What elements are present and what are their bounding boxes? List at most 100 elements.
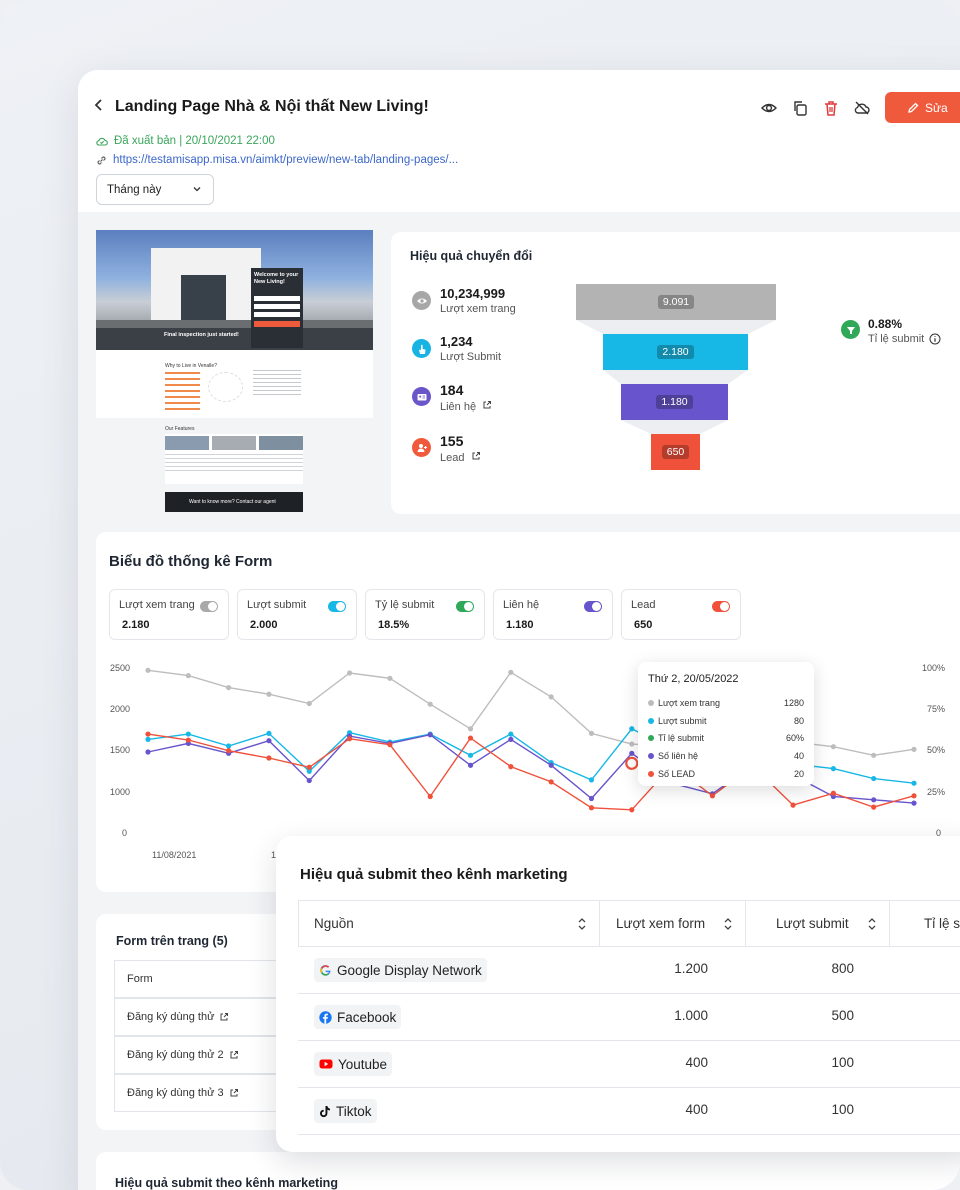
- data-point[interactable]: [185, 673, 191, 679]
- page-header: Landing Page Nhà & Nội thất New Living! …: [78, 70, 960, 212]
- column-header-label: Nguồn: [314, 916, 354, 931]
- data-point[interactable]: [548, 762, 554, 768]
- data-point[interactable]: [508, 736, 514, 742]
- data-point[interactable]: [226, 748, 232, 754]
- column-header-label: Tỉ lệ su: [924, 916, 960, 931]
- preview-form-field: [254, 296, 300, 301]
- data-point[interactable]: [467, 762, 474, 768]
- data-point[interactable]: [145, 731, 151, 737]
- column-header-source[interactable]: Nguồn: [298, 900, 600, 947]
- cloud-off-icon[interactable]: [853, 99, 871, 117]
- data-point[interactable]: [911, 793, 917, 799]
- data-point[interactable]: [145, 749, 151, 755]
- preview-section-title: Why to Live in Venalle?: [165, 363, 217, 369]
- marketing-title: Hiệu quả submit theo kênh marketing: [300, 866, 568, 883]
- data-point[interactable]: [790, 802, 796, 808]
- data-point[interactable]: [467, 752, 474, 758]
- data-point[interactable]: [467, 726, 474, 732]
- data-point[interactable]: [588, 795, 595, 802]
- data-point[interactable]: [588, 805, 595, 811]
- tooltip-label: Tỉ lệ submit: [658, 733, 705, 743]
- data-point[interactable]: [226, 684, 232, 691]
- data-point[interactable]: [266, 738, 272, 744]
- sort-icon[interactable]: [723, 917, 733, 931]
- data-point[interactable]: [629, 726, 635, 732]
- column-header-submit-rate[interactable]: Tỉ lệ su: [890, 900, 960, 947]
- tooltip-label: Lượt xem trang: [658, 698, 720, 708]
- data-point[interactable]: [911, 800, 917, 806]
- data-point[interactable]: [467, 735, 474, 741]
- data-point[interactable]: [226, 743, 232, 749]
- data-point[interactable]: [871, 804, 877, 810]
- data-point[interactable]: [387, 675, 393, 681]
- external-link-icon[interactable]: [219, 1012, 229, 1022]
- landing-page-preview[interactable]: Final inspection just started! Welcome t…: [96, 230, 373, 514]
- data-point[interactable]: [346, 736, 353, 742]
- column-header-form-views[interactable]: Lượt xem form: [600, 900, 746, 947]
- data-point[interactable]: [306, 700, 312, 707]
- data-point[interactable]: [508, 764, 514, 770]
- data-point[interactable]: [508, 731, 514, 737]
- data-point[interactable]: [346, 670, 353, 676]
- data-point[interactable]: [387, 742, 393, 748]
- external-link-icon[interactable]: [229, 1088, 239, 1098]
- highlighted-point[interactable]: [625, 756, 639, 770]
- data-point[interactable]: [629, 750, 635, 756]
- trash-icon[interactable]: [822, 99, 840, 117]
- funnel-connectors: [576, 320, 776, 434]
- data-point[interactable]: [911, 746, 917, 752]
- data-point[interactable]: [871, 752, 877, 758]
- preview-url[interactable]: https://testamisapp.misa.vn/aimkt/previe…: [113, 154, 458, 166]
- tooltip-label: Số liên hệ: [658, 751, 699, 761]
- funnel-bar-label: 2.180: [657, 345, 694, 359]
- google-icon: [320, 964, 331, 976]
- data-point[interactable]: [185, 737, 191, 743]
- data-point[interactable]: [629, 741, 635, 747]
- chevron-down-icon: [193, 187, 201, 192]
- source-chip: Facebook: [314, 1005, 402, 1029]
- sort-icon[interactable]: [867, 917, 877, 931]
- data-point[interactable]: [548, 779, 554, 785]
- data-point[interactable]: [427, 701, 433, 707]
- data-point[interactable]: [306, 764, 312, 770]
- data-point[interactable]: [830, 790, 836, 796]
- data-point[interactable]: [145, 667, 151, 673]
- data-point[interactable]: [871, 775, 877, 782]
- youtube-icon: [319, 1059, 333, 1069]
- preview-link[interactable]: https://testamisapp.misa.vn/aimkt/previe…: [96, 154, 458, 166]
- data-point[interactable]: [709, 793, 716, 799]
- data-point[interactable]: [548, 694, 554, 700]
- marketing-channel-card: Hiệu quả submit theo kênh marketing Nguồ…: [276, 836, 960, 1152]
- external-link-icon[interactable]: [229, 1050, 239, 1060]
- data-point[interactable]: [427, 732, 433, 738]
- copy-icon[interactable]: [791, 99, 809, 117]
- data-point[interactable]: [427, 793, 433, 800]
- data-point[interactable]: [185, 731, 191, 737]
- data-point[interactable]: [588, 730, 595, 737]
- data-point[interactable]: [266, 730, 272, 737]
- forms-header-label: Form: [127, 973, 153, 985]
- eye-icon[interactable]: [760, 99, 778, 117]
- data-point[interactable]: [871, 797, 877, 803]
- tooltip-value: 40: [793, 751, 804, 761]
- sort-icon[interactable]: [577, 917, 587, 931]
- data-point[interactable]: [266, 755, 272, 761]
- info-icon[interactable]: [929, 333, 941, 345]
- data-point[interactable]: [911, 780, 917, 786]
- data-point[interactable]: [266, 691, 272, 697]
- column-header-submits[interactable]: Lượt submit: [746, 900, 890, 947]
- tooltip-value: 20: [793, 769, 804, 779]
- data-point[interactable]: [145, 736, 151, 742]
- edit-button[interactable]: Sửa: [885, 92, 960, 123]
- period-select[interactable]: Tháng này: [96, 174, 214, 205]
- data-point[interactable]: [629, 807, 635, 813]
- series-dot: [648, 735, 654, 741]
- data-point[interactable]: [508, 669, 514, 675]
- page-title: Landing Page Nhà & Nội thất New Living!: [115, 98, 429, 115]
- back-arrow-icon[interactable]: [94, 98, 108, 118]
- source-chip: Tiktok: [314, 1099, 377, 1123]
- data-point[interactable]: [830, 744, 836, 750]
- data-point[interactable]: [830, 766, 836, 772]
- data-point[interactable]: [588, 777, 595, 783]
- data-point[interactable]: [306, 777, 312, 784]
